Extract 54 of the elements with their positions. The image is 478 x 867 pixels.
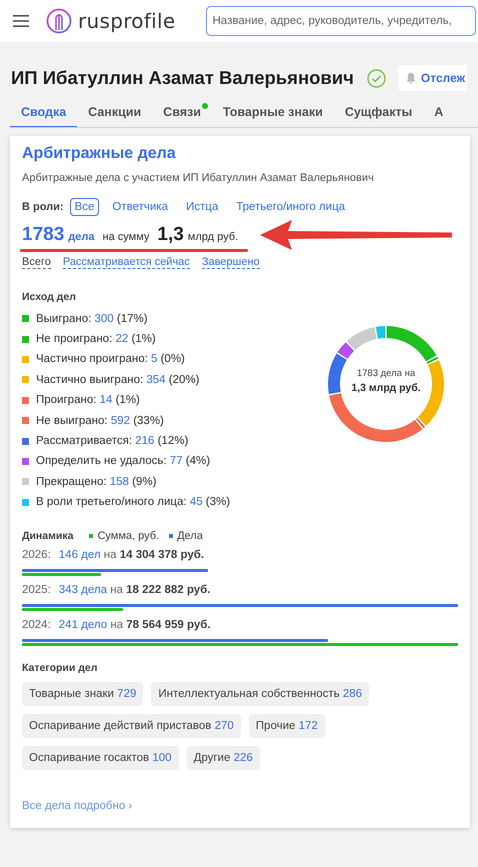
tab[interactable]: Связи <box>152 99 212 127</box>
status-filter[interactable]: Рассматривается сейчас <box>62 256 190 268</box>
year-summary: 2026: 146 дел на 14 304 378 руб. <box>22 549 206 562</box>
donut-caption: 1783 дела на <box>356 368 416 378</box>
outcome-label: Частично выиграно: 354 (20%) <box>36 374 200 386</box>
section-title: Исход дел <box>22 290 77 302</box>
year-summary: 2024: 241 дело на 78 564 959 руб. <box>22 619 212 632</box>
role-label: В роли: <box>22 200 64 212</box>
card-subtitle: Арбитражные дела с участием ИП Ибатуллин Азамат Валерьянович <box>22 172 375 184</box>
logo-text: rusprofile <box>78 9 176 33</box>
status-filter[interactable]: Завершено <box>202 256 260 268</box>
outcome-label: Частично проиграно: 5 (0%) <box>36 353 185 366</box>
status-filter[interactable]: Всего <box>22 256 51 268</box>
outcome-label: Выиграно: 300 (17%) <box>36 312 148 325</box>
tab[interactable]: Товарные знаки <box>212 99 334 127</box>
tab[interactable]: Сводка <box>10 99 78 127</box>
category-tag[interactable]: Товарные знаки 729 <box>22 682 144 706</box>
role-filter[interactable]: Истца <box>180 198 224 216</box>
legend-label: Сумма, руб. <box>97 530 160 542</box>
sum-label: на сумму <box>102 230 150 242</box>
outcome-label: Проиграно: 14 (1%) <box>36 394 140 406</box>
logo-icon <box>46 8 72 34</box>
card-title: Арбитражные дела <box>22 144 177 162</box>
tab[interactable]: Сущфакты <box>334 99 424 127</box>
case-count[interactable]: 1783 <box>22 224 64 246</box>
category-tag[interactable]: Оспаривание действий приставов 270 <box>22 714 241 738</box>
category-tag[interactable]: Прочие 172 <box>248 714 325 738</box>
tab[interactable]: А <box>423 99 454 127</box>
bell-icon <box>406 72 416 84</box>
outcome-label: В роли третьего/иного лица: 45 (3%) <box>36 496 230 508</box>
track-button[interactable]: Отслеж <box>398 65 468 91</box>
legend-label: Дела <box>177 530 203 542</box>
year-summary: 2025: 343 дела на 18 222 882 руб. <box>22 584 212 596</box>
company-title: ИП Ибатуллин Азамат Валерьянович <box>11 67 354 89</box>
case-unit[interactable]: дела <box>68 230 94 242</box>
role-filter[interactable]: Ответчика <box>107 198 173 216</box>
category-tag[interactable]: Интеллектуальная собственность 286 <box>151 682 370 706</box>
outcome-label: Рассматривается: 216 (12%) <box>36 435 188 448</box>
donut-total: 1,3 млрд руб. <box>351 382 421 394</box>
sum-value: 1,3 <box>157 224 184 246</box>
role-filter[interactable]: Все <box>70 198 100 216</box>
section-title: Динамика <box>22 530 74 542</box>
search-field[interactable]: Название, адрес, руководитель, учредитель, <box>206 6 476 36</box>
tab[interactable]: Санкции <box>77 99 152 127</box>
role-filter[interactable]: Третьего/иного лица <box>231 198 350 216</box>
outcome-label: Прекращено: 158 (9%) <box>36 476 156 488</box>
outcome-label: Не выиграно: 592 (33%) <box>36 414 164 427</box>
outcome-label: Определить не удалось: 77 (4%) <box>36 455 210 468</box>
menu-icon[interactable] <box>13 15 29 27</box>
category-tag[interactable]: Оспаривание госактов 100 <box>22 746 179 770</box>
category-tag[interactable]: Другие 226 <box>186 746 260 770</box>
section-title: Категории дел <box>22 662 98 674</box>
outcome-label: Не проиграно: 22 (1%) <box>36 333 156 346</box>
sum-unit: млрд руб. <box>188 230 238 242</box>
